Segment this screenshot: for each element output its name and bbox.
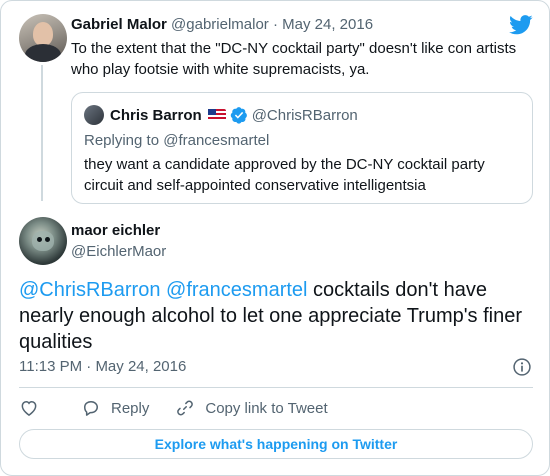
parent-author-name[interactable]: Gabriel Malor	[71, 16, 167, 33]
parent-tweet-header: Gabriel Malor @gabrielmalor · May 24, 20…	[71, 16, 373, 33]
explore-twitter-button[interactable]: Explore what's happening on Twitter	[19, 429, 533, 459]
reply-label: Reply	[111, 399, 150, 417]
avatar-eye	[45, 237, 50, 242]
timestamp-separator: ·	[86, 358, 92, 375]
parent-author-handle[interactable]: @gabrielmalor	[171, 16, 269, 33]
avatar-eye	[37, 237, 42, 242]
tweet-actions-bar: Reply Copy link to Tweet	[19, 397, 328, 419]
avatar-body	[25, 44, 61, 62]
parent-tweet-text: To the extent that the "DC-NY cocktail p…	[71, 40, 517, 78]
copy-link-label: Copy link to Tweet	[205, 399, 328, 417]
tweet-embed-card: Gabriel Malor @gabrielmalor · May 24, 20…	[0, 0, 550, 476]
tweet-time: 11:13 PM	[19, 358, 83, 375]
speech-bubble-icon	[84, 401, 98, 416]
parent-tweet-date[interactable]: May 24, 2016	[282, 16, 373, 33]
quoted-author-avatar	[84, 105, 104, 125]
mention-link[interactable]: @ChrisRBarron	[19, 279, 160, 301]
main-author-handle[interactable]: @EichlerMaor	[71, 243, 166, 260]
main-author-avatar[interactable]	[19, 217, 67, 265]
heart-icon	[21, 400, 37, 416]
tweet-date: May 24, 2016	[95, 358, 187, 375]
copy-link-button[interactable]: Copy link to Tweet	[175, 398, 328, 418]
avatar-face	[32, 231, 54, 251]
parent-author-avatar[interactable]	[19, 14, 67, 62]
tweet-timestamp[interactable]: 11:13 PM · May 24, 2016	[19, 358, 186, 375]
thread-connector-line	[41, 65, 43, 201]
main-tweet-text: @ChrisRBarron @francesmartel cocktails d…	[19, 277, 539, 355]
info-icon[interactable]	[512, 357, 532, 377]
quoted-tweet-header: Chris Barron @ChrisRBarron	[110, 106, 358, 124]
parent-separator: ·	[272, 16, 278, 33]
quoted-tweet-card[interactable]: Chris Barron @ChrisRBarron Replying to @…	[71, 92, 533, 204]
main-author-name[interactable]: maor eichler	[71, 222, 160, 239]
link-icon	[177, 400, 194, 416]
actions-divider	[19, 387, 533, 388]
quoted-author-handle: @ChrisRBarron	[251, 106, 358, 124]
us-flag-icon	[207, 109, 226, 121]
twitter-bird-icon[interactable]	[509, 15, 533, 35]
reply-button[interactable]: Reply	[81, 398, 149, 418]
quoted-author-name: Chris Barron	[110, 106, 202, 124]
mention-link[interactable]: @francesmartel	[166, 279, 307, 301]
like-button[interactable]	[19, 398, 49, 418]
quoted-tweet-text: they want a candidate approved by the DC…	[84, 156, 485, 194]
avatar-head	[33, 22, 53, 46]
quoted-replying-to: Replying to @francesmartel	[84, 132, 270, 149]
verified-badge-icon	[230, 107, 247, 124]
